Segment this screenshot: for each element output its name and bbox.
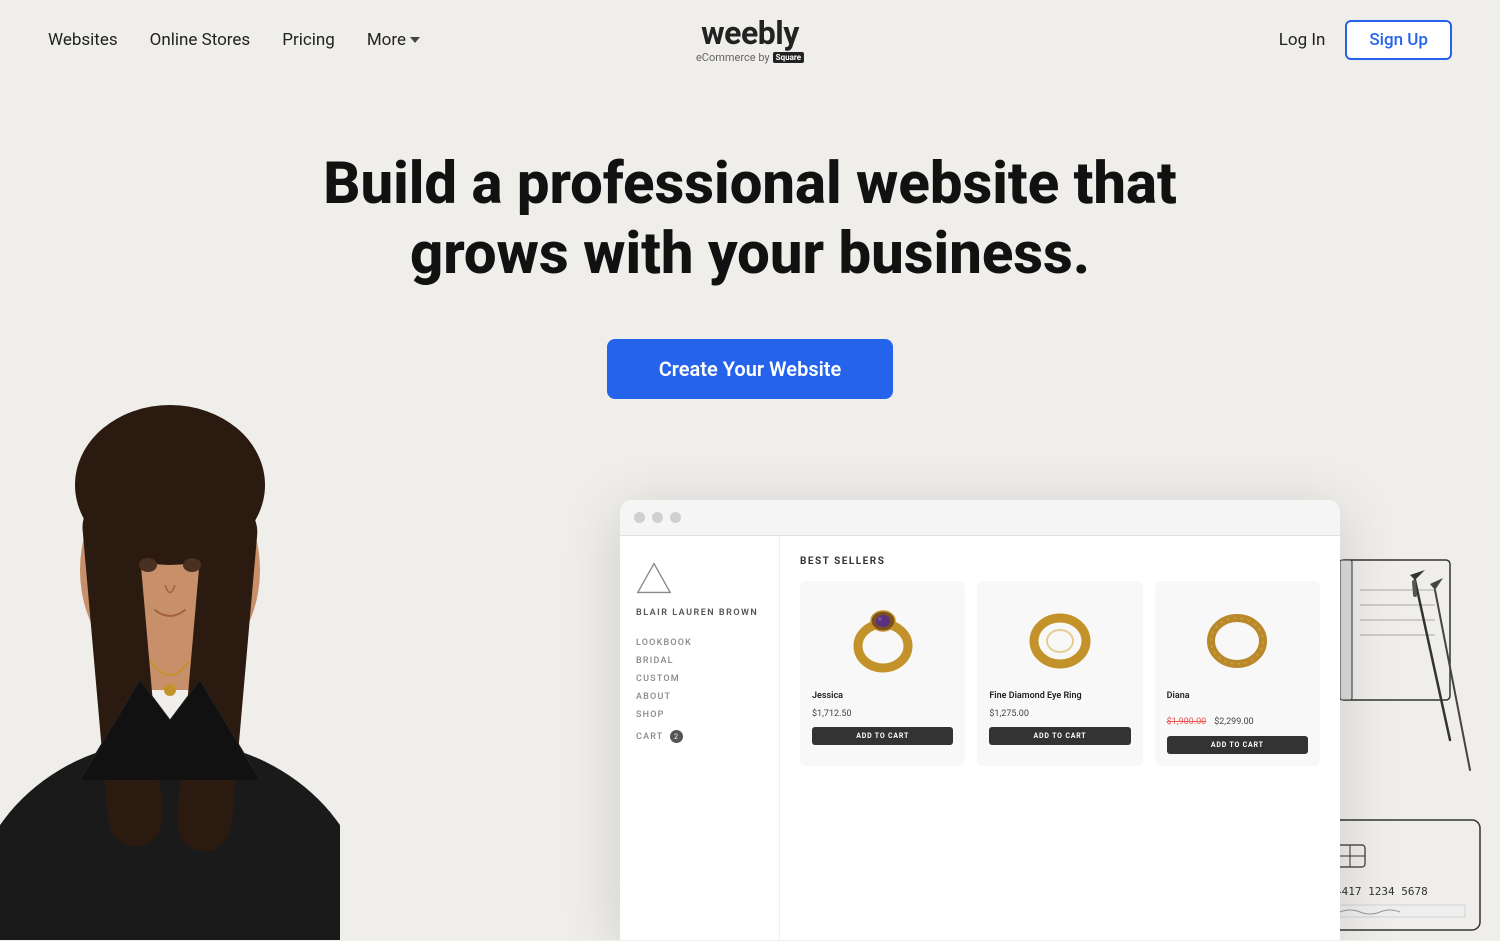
store-sidebar: BLAIR LAUREN BROWN LOOKBOOK BRIDAL CUSTO… [620, 536, 780, 940]
store-nav-about[interactable]: ABOUT [636, 692, 763, 702]
add-to-cart-jessica[interactable]: ADD TO CART [812, 727, 953, 745]
cart-count-badge: 2 [670, 730, 683, 743]
site-logo[interactable]: weebly eCommerce by Square [696, 17, 804, 64]
brand-triangle-icon [636, 560, 672, 596]
hero-person-image [0, 300, 340, 940]
best-sellers-label: BEST SELLERS [800, 556, 1320, 567]
product-image-diana [1167, 593, 1308, 683]
signup-button[interactable]: Sign Up [1345, 20, 1452, 60]
store-nav-bridal[interactable]: BRIDAL [636, 656, 763, 666]
browser-mockup: BLAIR LAUREN BROWN LOOKBOOK BRIDAL CUSTO… [620, 500, 1340, 940]
product-name-diana: Diana [1167, 691, 1308, 701]
login-button[interactable]: Log In [1279, 30, 1326, 50]
browser-bar [620, 500, 1340, 536]
product-card-diamond: Fine Diamond Eye Ring $1,275.00 ADD TO C… [977, 581, 1142, 766]
products-grid: Jessica $1,712.50 ADD TO CART Fine Diamo [800, 581, 1320, 766]
logo-subtext: eCommerce by Square [696, 51, 804, 64]
product-name-diamond: Fine Diamond Eye Ring [989, 691, 1130, 701]
nav-item-websites[interactable]: Websites [48, 30, 118, 50]
store-nav-cart-label: CART [636, 732, 664, 742]
product-price-diana-new: $2,299.00 [1214, 717, 1254, 727]
store-nav-links: LOOKBOOK BRIDAL CUSTOM ABOUT SHOP CART 2 [636, 638, 763, 743]
store-main: BEST SELLERS Je [780, 536, 1340, 940]
create-website-button[interactable]: Create Your Website [607, 339, 894, 399]
product-price-diana-old: $1,900.00 [1167, 717, 1207, 727]
store-cart-row[interactable]: CART 2 [636, 730, 763, 743]
hero-headline: Build a professional website that grows … [300, 150, 1200, 289]
chevron-down-icon [410, 37, 420, 43]
browser-dot-2 [652, 512, 663, 523]
square-brand-icon: Square [773, 52, 804, 63]
product-image-diamond [989, 593, 1130, 683]
product-card-jessica: Jessica $1,712.50 ADD TO CART [800, 581, 965, 766]
product-price-jessica: $1,712.50 [812, 709, 953, 719]
nav-item-online-stores[interactable]: Online Stores [150, 30, 251, 50]
store-nav-lookbook[interactable]: LOOKBOOK [636, 638, 763, 648]
nav-item-more[interactable]: More [367, 30, 420, 50]
store-brand-name: BLAIR LAUREN BROWN [636, 608, 763, 618]
nav-right: Log In Sign Up [1279, 20, 1452, 60]
nav-left: Websites Online Stores Pricing More [48, 30, 420, 50]
hero-section: Build a professional website that grows … [0, 80, 1500, 940]
store-nav-shop[interactable]: SHOP [636, 710, 763, 720]
store-nav-custom[interactable]: CUSTOM [636, 674, 763, 684]
product-price-diana: $1,900.00 $2,299.00 [1167, 709, 1308, 728]
svg-text:4417 1234 5678: 4417 1234 5678 [1335, 885, 1428, 898]
logo-wordmark: weebly [701, 17, 799, 49]
product-card-diana: Diana $1,900.00 $2,299.00 ADD TO CART [1155, 581, 1320, 766]
nav-item-pricing[interactable]: Pricing [282, 30, 335, 50]
add-to-cart-diamond[interactable]: ADD TO CART [989, 727, 1130, 745]
navbar: Websites Online Stores Pricing More weeb… [0, 0, 1500, 80]
browser-dot-3 [670, 512, 681, 523]
product-price-diamond: $1,275.00 [989, 709, 1130, 719]
product-name-jessica: Jessica [812, 691, 953, 701]
browser-content: BLAIR LAUREN BROWN LOOKBOOK BRIDAL CUSTO… [620, 536, 1340, 940]
product-image-jessica [812, 593, 953, 683]
add-to-cart-diana[interactable]: ADD TO CART [1167, 736, 1308, 754]
browser-dot-1 [634, 512, 645, 523]
